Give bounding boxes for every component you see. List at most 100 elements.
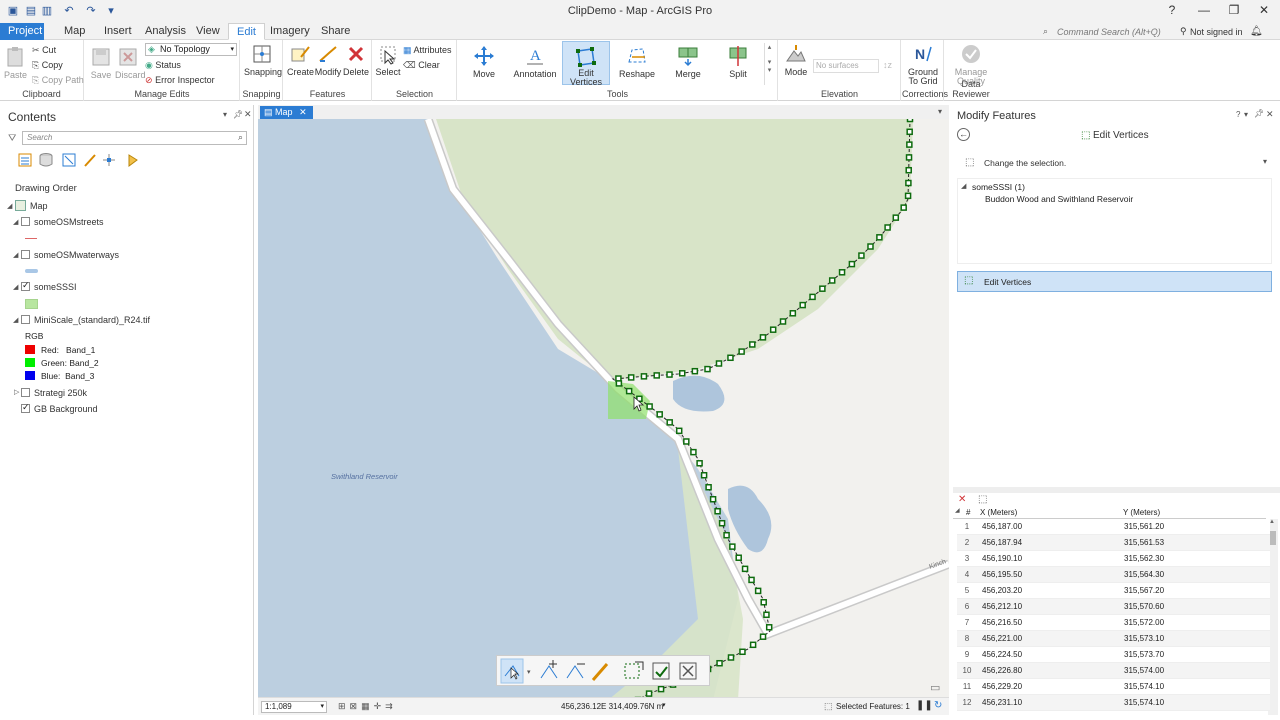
close-pane-icon[interactable]: ✕ xyxy=(244,109,252,120)
refresh-icon[interactable]: ↻ xyxy=(934,700,942,711)
vertex-marker[interactable] xyxy=(799,301,806,309)
command-search[interactable]: Command Search (Alt+Q) xyxy=(1057,27,1161,37)
vertex-marker[interactable] xyxy=(749,341,756,348)
table-row[interactable]: 5 456,203.20 315,567.20 xyxy=(957,583,1270,599)
collapse-icon[interactable]: ◢ xyxy=(13,283,18,291)
tab-insert[interactable]: Insert xyxy=(96,23,140,40)
x-value[interactable]: 456,216.50 xyxy=(982,615,1022,631)
table-row[interactable]: 6 456,212.10 315,570.60 xyxy=(957,599,1270,615)
vertex-marker[interactable] xyxy=(700,472,708,479)
tab-edit[interactable]: Edit xyxy=(228,23,265,40)
vertex-marker[interactable] xyxy=(819,285,826,292)
layer-row-somesssi[interactable]: ◢ someSSSI xyxy=(3,280,243,295)
vertex-marker[interactable] xyxy=(892,214,900,221)
layer-checkbox[interactable] xyxy=(21,280,30,291)
layer-checkbox[interactable] xyxy=(21,402,30,413)
modify-button[interactable]: Modify xyxy=(313,43,343,77)
list-by-drawing-order-icon[interactable] xyxy=(18,153,32,167)
discard-sketch-icon[interactable] xyxy=(679,662,697,680)
sign-in-link[interactable]: Not signed in xyxy=(1190,27,1243,37)
vertex-marker[interactable] xyxy=(729,543,736,550)
select-button[interactable]: Select xyxy=(375,43,401,77)
zoom-to-vertex-icon[interactable]: ⬚ xyxy=(978,494,987,505)
vertex-marker[interactable] xyxy=(884,224,891,231)
restore-button[interactable]: ❐ xyxy=(1224,3,1244,19)
views-menu-icon[interactable]: ▾ xyxy=(938,107,942,116)
vertex-marker[interactable] xyxy=(704,365,711,373)
close-map-tab-icon[interactable]: ✕ xyxy=(299,107,307,117)
table-row[interactable]: 8 456,221.00 315,573.10 xyxy=(957,631,1270,647)
vertex-marker[interactable] xyxy=(738,348,745,355)
help-button[interactable]: ? xyxy=(1162,3,1182,19)
table-row[interactable]: 9 456,224.50 315,573.70 xyxy=(957,647,1270,663)
vertex-marker[interactable] xyxy=(906,141,913,148)
pane-menu-icon[interactable]: ▾ xyxy=(1244,110,1248,119)
vertex-marker[interactable] xyxy=(905,166,912,174)
vertex-marker[interactable] xyxy=(906,128,913,136)
vertex-marker[interactable] xyxy=(900,204,907,211)
selected-layer[interactable]: someSSSI (1) xyxy=(972,182,1025,192)
vertex-marker[interactable] xyxy=(765,624,773,631)
x-value[interactable]: 456,187.00 xyxy=(982,519,1022,535)
vertex-marker[interactable] xyxy=(615,380,623,387)
x-value[interactable]: 456,203.20 xyxy=(982,583,1022,599)
x-value[interactable]: 456,187.94 xyxy=(982,535,1022,551)
selected-feature[interactable]: Buddon Wood and Swithland Reservoir xyxy=(985,194,1133,204)
collapse-icon[interactable]: ◢ xyxy=(13,251,18,259)
y-value[interactable]: 315,574.00 xyxy=(1124,663,1164,679)
y-value[interactable]: 315,562.30 xyxy=(1124,551,1164,567)
layer-checkbox[interactable] xyxy=(21,217,30,226)
vertex-marker[interactable] xyxy=(867,243,874,250)
x-value[interactable]: 456,221.00 xyxy=(982,631,1022,647)
y-value[interactable]: 315,573.10 xyxy=(1124,631,1164,647)
vertex-marker[interactable] xyxy=(749,641,757,649)
x-value[interactable]: 456,229.20 xyxy=(982,679,1022,695)
list-by-snapping-icon[interactable] xyxy=(103,154,115,166)
vertex-marker[interactable] xyxy=(838,269,846,276)
x-value[interactable]: 456,226.80 xyxy=(982,663,1022,679)
map-drawing[interactable]: Swithland Reservoir Kinch xyxy=(258,119,949,700)
finish-icon[interactable] xyxy=(652,662,670,680)
snapping-button[interactable]: Snapping xyxy=(244,43,282,77)
vertex-marker[interactable] xyxy=(769,326,777,333)
copy-button[interactable]: ⎘ Copy xyxy=(32,60,63,71)
save-edits-button[interactable]: Save xyxy=(90,46,112,80)
tab-project[interactable]: Project xyxy=(0,23,44,40)
change-selection-icon[interactable]: ⬚ xyxy=(965,157,974,168)
vertex-marker[interactable] xyxy=(858,252,865,259)
vertex-marker[interactable] xyxy=(759,633,767,640)
edit-vertices-button[interactable]: Edit Vertices xyxy=(562,41,610,87)
scale-dropdown[interactable]: 1:1,089 ▾ xyxy=(261,701,327,713)
layer-row-someosmwaterways[interactable]: ◢ someOSMwaterways xyxy=(3,249,243,263)
vertex-marker[interactable] xyxy=(656,411,663,418)
error-inspector-button[interactable]: ⊘ Error Inspector xyxy=(145,75,215,86)
vertex-marker[interactable] xyxy=(763,611,770,619)
sketch-pencil-icon[interactable] xyxy=(591,663,609,681)
vertex-marker[interactable] xyxy=(727,354,734,362)
minimize-button[interactable]: — xyxy=(1194,3,1214,19)
y-column-header[interactable]: Y (Meters) xyxy=(1123,508,1160,517)
back-button[interactable]: ← xyxy=(957,128,970,141)
vertex-marker[interactable] xyxy=(718,519,726,527)
filter-icon[interactable]: ⛛ xyxy=(8,133,16,144)
x-value[interactable]: 456,231.10 xyxy=(982,695,1022,711)
vertex-marker[interactable] xyxy=(748,576,755,584)
scroll-thumb[interactable] xyxy=(1270,531,1276,545)
clear-button[interactable]: ⌫ Clear xyxy=(403,60,440,71)
reshape-button[interactable]: Reshape xyxy=(616,45,658,79)
y-value[interactable]: 315,574.10 xyxy=(1124,679,1164,695)
vertex-marker[interactable] xyxy=(627,374,635,381)
y-value[interactable]: 315,561.20 xyxy=(1124,519,1164,535)
x-value[interactable]: 456,224.50 xyxy=(982,647,1022,663)
continue-feature-icon[interactable] xyxy=(624,661,644,679)
vertex-marker[interactable] xyxy=(666,371,673,378)
vertex-marker[interactable] xyxy=(760,599,767,606)
vertex-marker[interactable] xyxy=(739,648,746,656)
y-value[interactable]: 315,570.60 xyxy=(1124,599,1164,615)
layer-row-miniscale[interactable]: ◢ MiniScale_(standard)_R24.tif xyxy=(3,314,243,328)
table-row[interactable]: 12 456,231.10 315,574.10 xyxy=(957,695,1270,711)
expand-icon[interactable]: ▷ xyxy=(14,388,19,396)
vertex-marker[interactable] xyxy=(754,587,762,595)
copy-path-button[interactable]: ⎘ Copy Path xyxy=(32,75,84,86)
x-value[interactable]: 456,190.10 xyxy=(982,551,1022,567)
